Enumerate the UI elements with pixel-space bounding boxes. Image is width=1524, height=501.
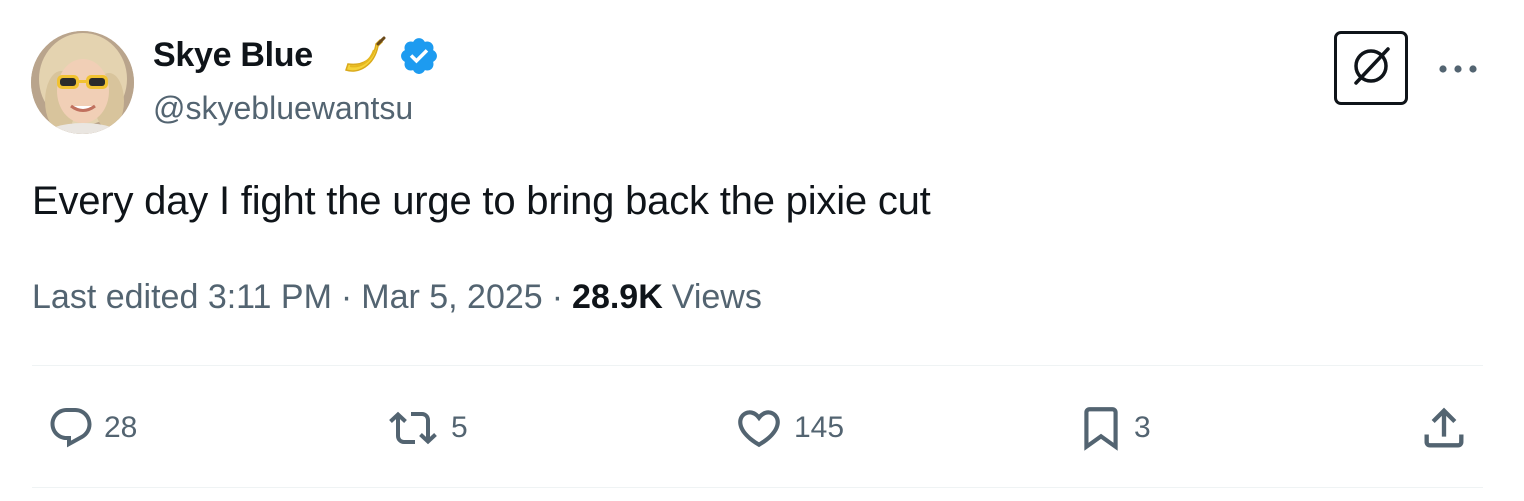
meta-separator: · bbox=[551, 278, 564, 316]
share-icon bbox=[1418, 402, 1470, 454]
bookmark-icon bbox=[1076, 402, 1126, 454]
like-button[interactable]: 145 bbox=[732, 400, 844, 456]
views-count: 28.9K bbox=[572, 278, 663, 316]
grok-icon bbox=[1348, 43, 1394, 94]
share-button[interactable] bbox=[1418, 400, 1470, 456]
name-badges bbox=[340, 36, 440, 80]
avatar-image bbox=[31, 31, 134, 134]
tweet-meta: Last edited 3:11 PM · Mar 5, 2025 · 28.9… bbox=[32, 278, 762, 317]
divider bbox=[32, 365, 1483, 366]
views-label: Views bbox=[671, 278, 762, 316]
banana-emoji-icon bbox=[340, 36, 386, 81]
reply-icon bbox=[46, 404, 96, 452]
more-options-button[interactable] bbox=[1430, 50, 1486, 90]
more-icon bbox=[1438, 61, 1478, 79]
repost-count: 5 bbox=[451, 411, 468, 444]
display-name[interactable]: Skye Blue bbox=[153, 36, 313, 75]
reply-button[interactable]: 28 bbox=[46, 400, 137, 456]
edited-label[interactable]: Last edited bbox=[32, 278, 198, 317]
tweet-card: Skye Blue @skyebluewantsu Every day I fi… bbox=[0, 0, 1524, 501]
divider bbox=[32, 487, 1483, 488]
user-handle[interactable]: @skyebluewantsu bbox=[153, 90, 413, 127]
bookmark-count: 3 bbox=[1134, 411, 1151, 444]
avatar[interactable] bbox=[31, 31, 134, 134]
bookmark-button[interactable]: 3 bbox=[1076, 400, 1151, 456]
repost-button[interactable]: 5 bbox=[383, 400, 468, 456]
grok-button[interactable] bbox=[1334, 31, 1408, 105]
meta-separator: · bbox=[340, 278, 353, 316]
tweet-date[interactable]: Mar 5, 2025 bbox=[361, 278, 542, 317]
like-count: 145 bbox=[794, 411, 845, 444]
reply-count: 28 bbox=[104, 411, 138, 444]
verified-badge-icon[interactable] bbox=[398, 35, 440, 82]
repost-icon bbox=[383, 404, 443, 452]
heart-icon bbox=[732, 403, 786, 453]
tweet-time[interactable]: 3:11 PM bbox=[208, 278, 332, 317]
tweet-text: Every day I fight the urge to bring back… bbox=[32, 179, 931, 223]
